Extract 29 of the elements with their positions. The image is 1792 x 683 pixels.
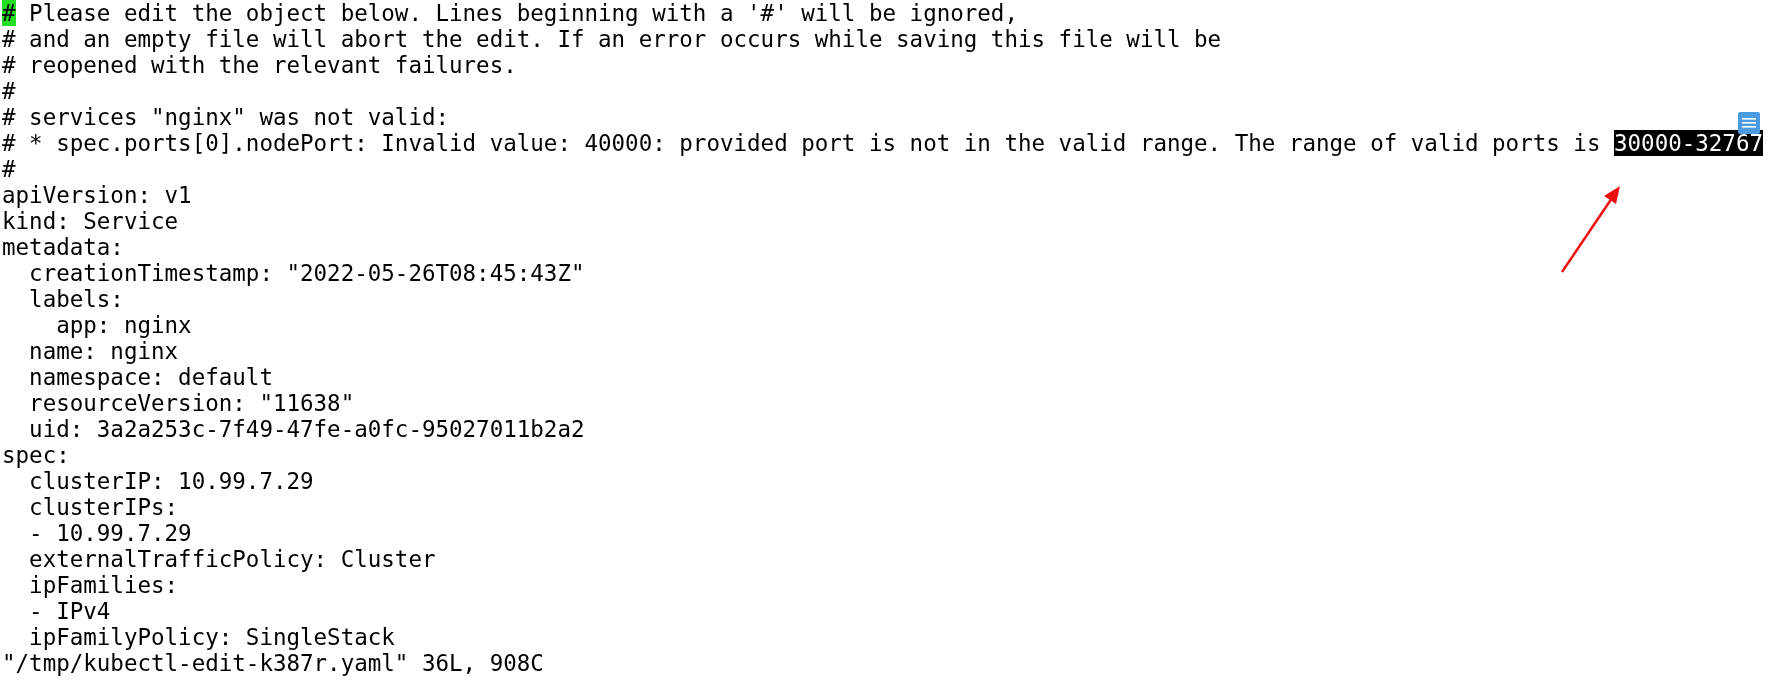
code-line: spec: [2,442,70,468]
code-line: # [2,78,16,104]
status-line: "/tmp/kubectl-edit-k387r.yaml" 36L, 908C [2,650,544,676]
text-cursor: # [2,0,16,26]
code-line: # and an empty file will abort the edit. If an error occurs while saving this file will be [2,26,1222,52]
code-line: clusterIP: 10.99.7.29 [28,468,314,494]
code-line: Please edit the object below. Lines beginning with a '#' will be ignored, [28,0,1018,26]
document-icon[interactable] [1738,112,1760,134]
selected-text: 30000-32767 [1614,130,1763,156]
code-line: # services "nginx" was not valid: [2,104,450,130]
code-line: creationTimestamp: "2022-05-26T08:45:43Z" [28,260,585,286]
code-line: name: nginx [28,338,179,364]
code-line: uid: 3a2a253c-7f49-47fe-a0fc-95027011b2a2 [28,416,585,442]
code-line: resourceVersion: "11638" [28,390,355,416]
code-line: # reopened with the relevant failures. [2,52,517,78]
code-line: ipFamilies: [28,572,179,598]
code-line: - IPv4 [28,598,111,624]
code-line: - 10.99.7.29 [28,520,192,546]
code-line: # * spec.ports[0].nodePort: Invalid value: 40000: provided port is not in the valid range. The range of valid ports is [2,130,1602,156]
code-line: apiVersion: v1 [2,182,192,208]
code-line: clusterIPs: [28,494,179,520]
code-line: kind: Service [2,208,179,234]
code-line: app: nginx [55,312,192,338]
code-line: ipFamilyPolicy: SingleStack [28,624,395,650]
code-line: metadata: [2,234,124,260]
code-line: namespace: default [28,364,273,390]
code-line: labels: [28,286,124,312]
code-line: # [2,156,16,182]
code-line: externalTrafficPolicy: Cluster [28,546,436,572]
